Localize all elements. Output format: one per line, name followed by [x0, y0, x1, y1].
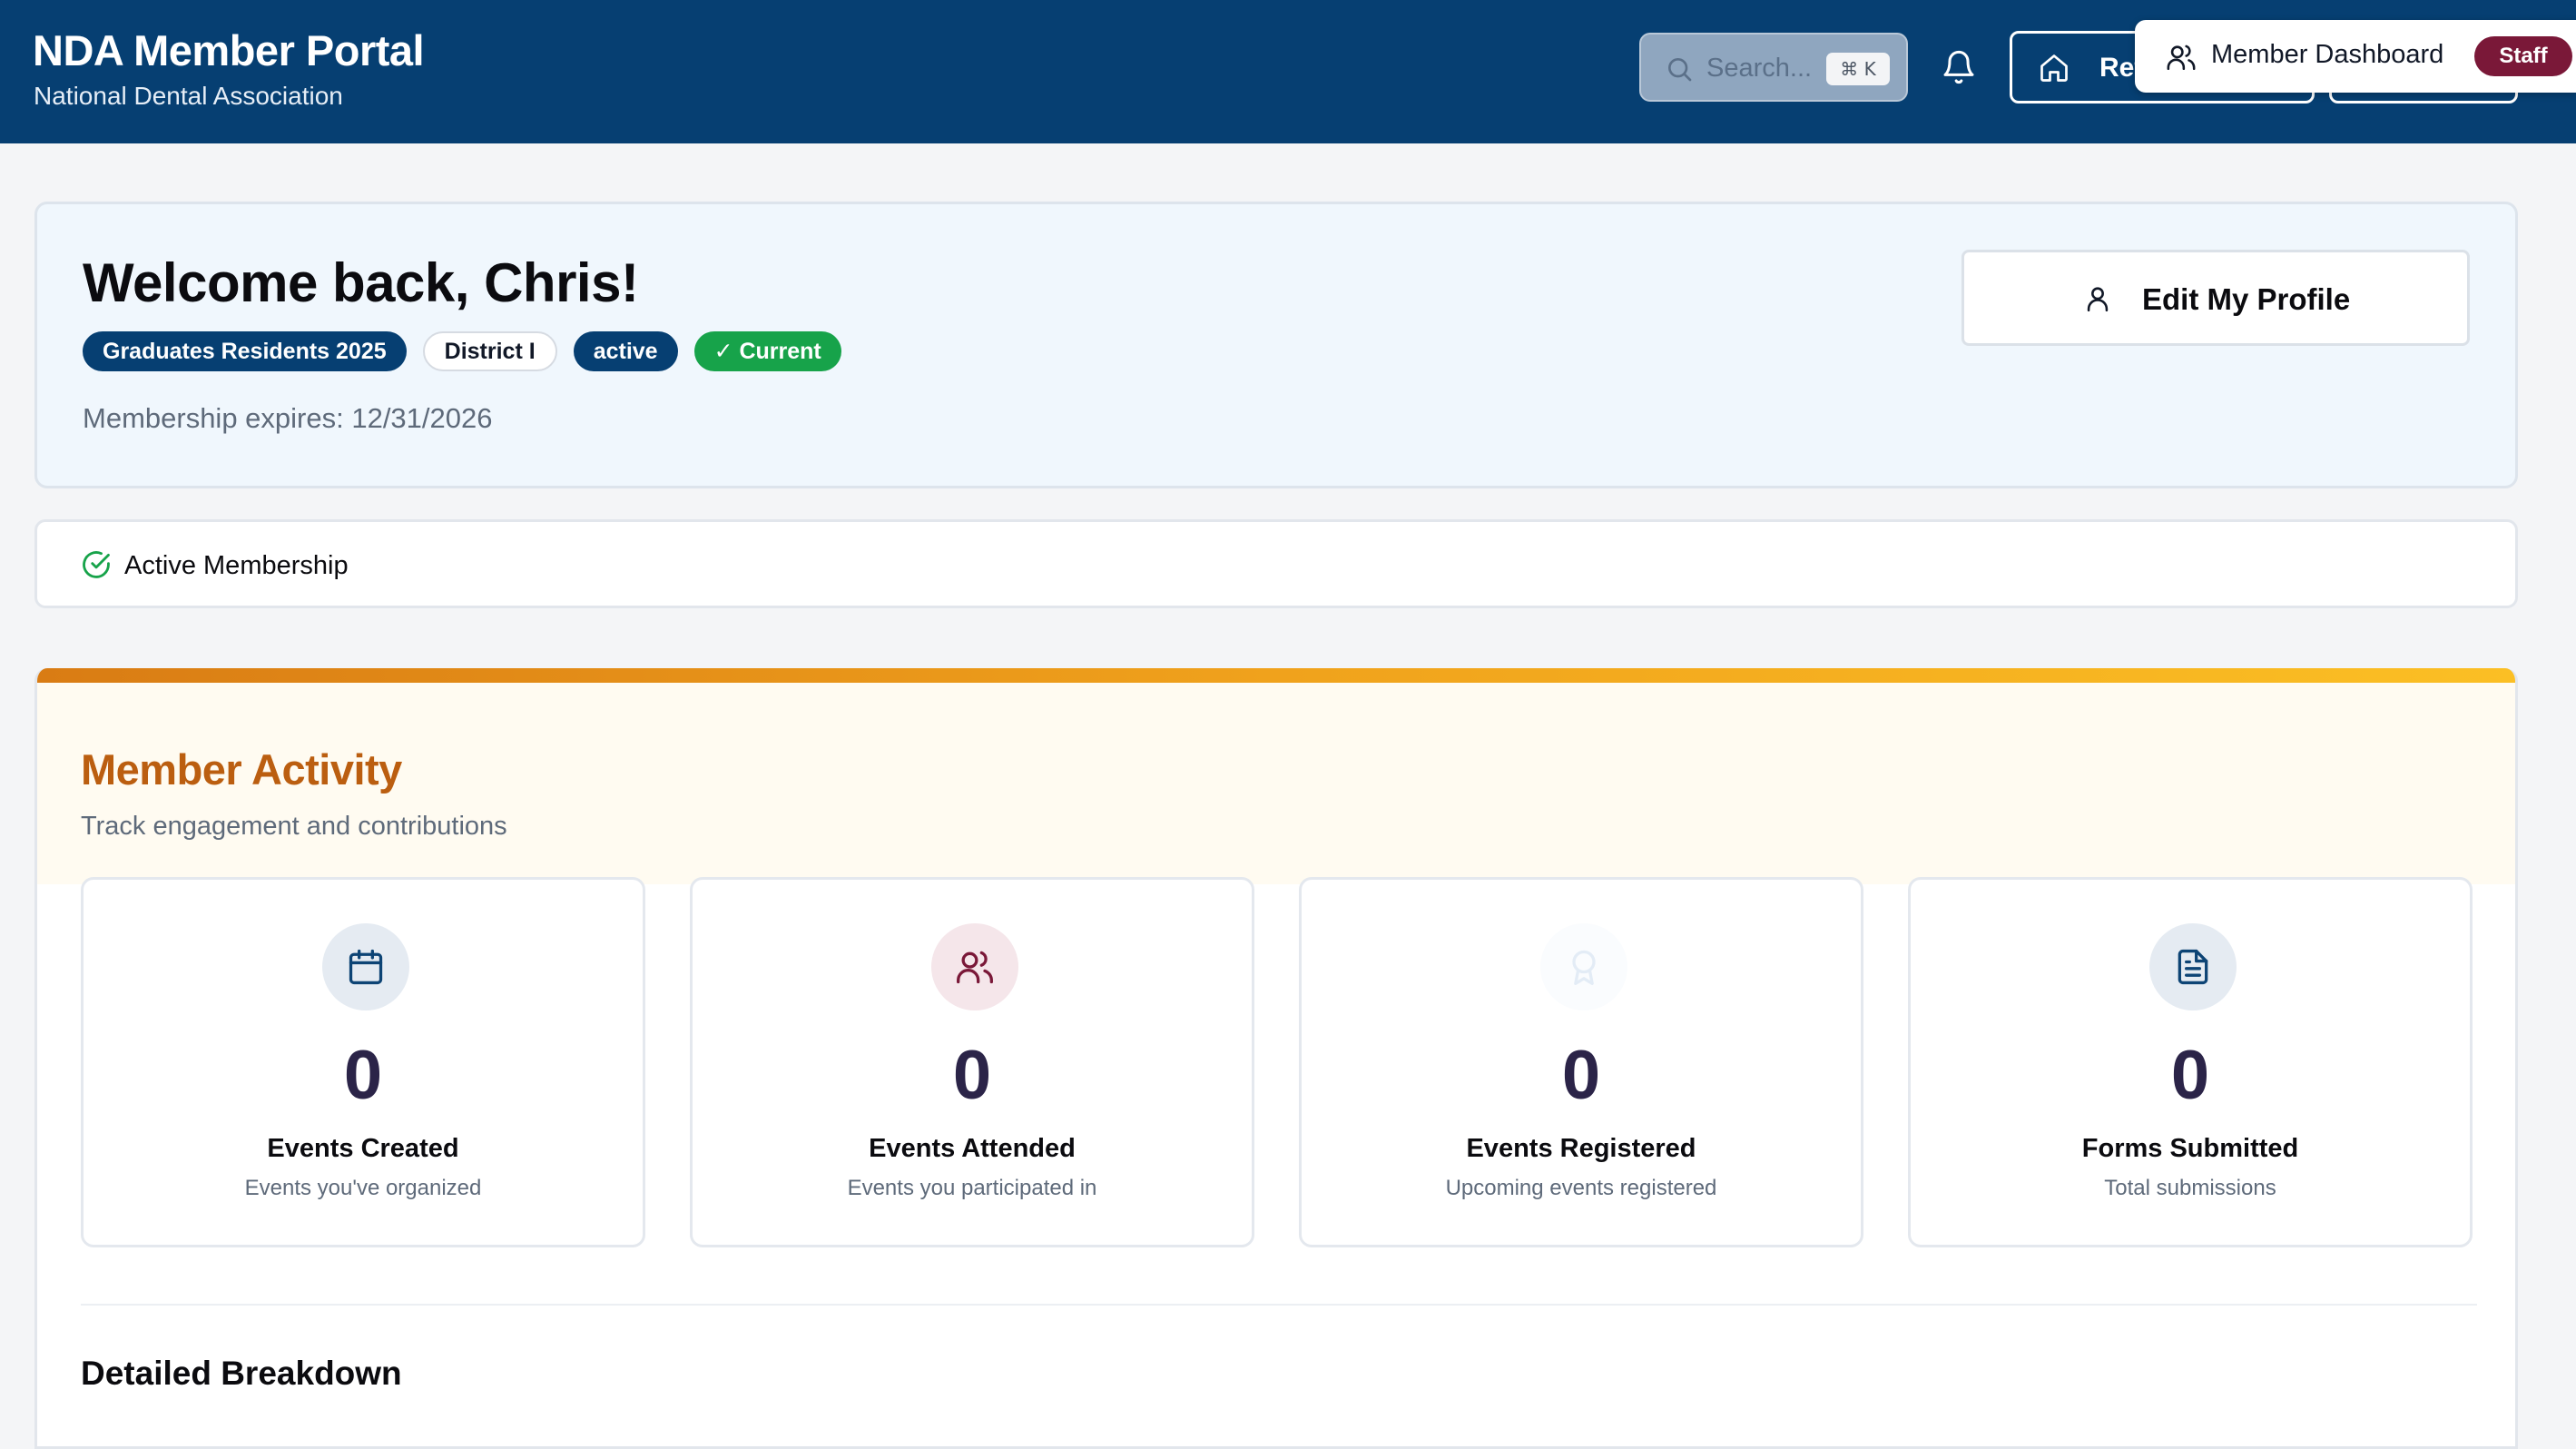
edit-profile-button[interactable]: Edit My Profile [1961, 250, 2470, 346]
stat-value: 0 [2170, 1037, 2210, 1114]
search-box[interactable]: ⌘ K [1639, 33, 1908, 102]
membership-status-label: Active Membership [124, 551, 349, 580]
notifications-bell-icon[interactable] [1941, 49, 1977, 85]
member-dashboard-label: Member Dashboard [2211, 40, 2444, 69]
stat-card-forms-submitted: 0 Forms Submitted Total submissions [1908, 877, 2473, 1247]
search-icon [1668, 58, 1692, 82]
search-input[interactable] [1706, 47, 1834, 89]
stat-card-events-attended: 0 Events Attended Events you participate… [690, 877, 1254, 1247]
membership-expiry: Membership expires: 12/31/2026 [83, 402, 493, 434]
stat-value: 0 [1561, 1037, 1601, 1114]
users-icon [957, 951, 993, 984]
activity-title: Member Activity [81, 745, 402, 794]
stat-label: Forms Submitted [2081, 1134, 2299, 1163]
stat-value: 0 [343, 1037, 383, 1114]
users-icon [2167, 44, 2196, 71]
stat-label: Events Created [267, 1134, 459, 1163]
stat-icon-badge [2149, 923, 2237, 1010]
stat-label: Events Attended [869, 1134, 1076, 1163]
welcome-heading: Welcome back, Chris! [83, 252, 639, 313]
staff-badge: Staff [2474, 36, 2572, 76]
detailed-breakdown-heading: Detailed Breakdown [81, 1355, 402, 1392]
welcome-card: Welcome back, Chris! Graduates Residents… [34, 202, 2518, 488]
check-circle-icon [83, 551, 110, 578]
user-icon [2087, 287, 2109, 312]
member-type-badge: Graduates Residents 2025 [83, 331, 407, 371]
stat-icon-badge [1540, 923, 1627, 1010]
stat-card-events-registered: 0 Events Registered Upcoming events regi… [1299, 877, 1863, 1247]
activity-subtitle: Track engagement and contributions [81, 812, 507, 841]
app-title: NDA Member Portal [33, 26, 425, 74]
section-divider [81, 1304, 2477, 1306]
member-activity-card: Member Activity Track engagement and con… [34, 668, 2518, 1449]
member-badges: Graduates Residents 2025 District I acti… [83, 331, 841, 371]
stat-label: Events Registered [1466, 1134, 1696, 1163]
stat-card-events-created: 0 Events Created Events you've organized [81, 877, 645, 1247]
stat-value: 0 [952, 1037, 992, 1114]
home-icon [2040, 54, 2068, 82]
activity-accent-bar [37, 668, 2515, 683]
search-shortcut-hint: ⌘ K [1826, 53, 1890, 85]
top-header: NDA Member Portal National Dental Associ… [0, 0, 2576, 143]
current-badge: ✓ Current [693, 331, 841, 371]
activity-header: Member Activity Track engagement and con… [37, 683, 2515, 884]
membership-status-card: Active Membership [34, 519, 2518, 608]
stat-icon-badge [322, 923, 409, 1010]
stat-description: Total submissions [2104, 1176, 2276, 1200]
status-badge: active [573, 331, 678, 371]
edit-profile-label: Edit My Profile [2142, 282, 2351, 316]
stat-description: Events you participated in [847, 1176, 1097, 1200]
district-badge: District I [422, 331, 557, 371]
calendar-icon [349, 949, 383, 985]
stat-description: Events you've organized [244, 1176, 482, 1200]
member-dashboard-menu[interactable]: Member Dashboard Staff [2135, 20, 2576, 93]
award-icon [1572, 950, 1596, 985]
stat-icon-badge [931, 923, 1018, 1010]
stat-description: Upcoming events registered [1445, 1176, 1717, 1200]
app-subtitle: National Dental Association [34, 82, 343, 110]
file-text-icon [2178, 949, 2208, 985]
